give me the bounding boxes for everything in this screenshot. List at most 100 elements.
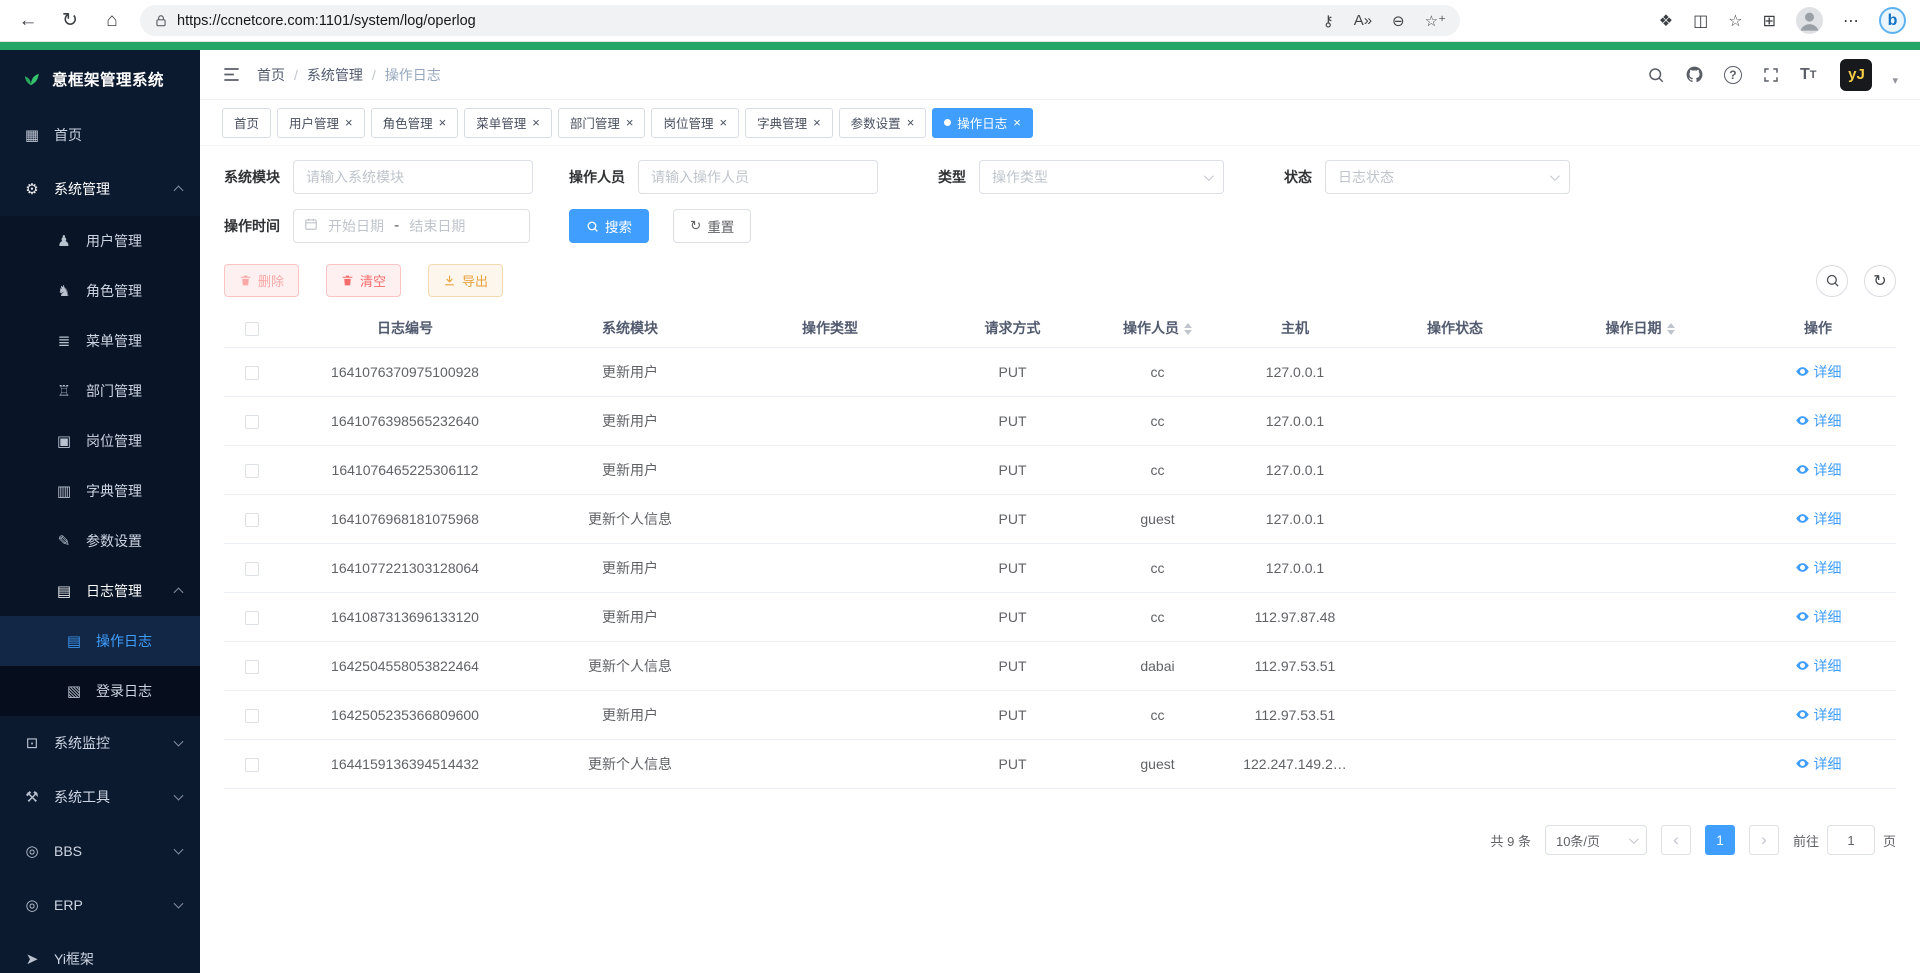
browser-home-button[interactable]: ⌂ — [94, 4, 130, 38]
tab-menu-mgmt[interactable]: 菜单管理× — [464, 108, 552, 138]
row-checkbox[interactable] — [245, 758, 259, 772]
tab-role-mgmt[interactable]: 角色管理× — [371, 108, 459, 138]
tab-dict-mgmt[interactable]: 字典管理× — [745, 108, 833, 138]
url-text[interactable]: https://ccnetcore.com:1101/system/log/op… — [177, 13, 1323, 29]
operator-filter-input[interactable] — [638, 160, 878, 194]
close-tab-icon[interactable]: × — [1013, 116, 1021, 129]
detail-link[interactable]: 详细 — [1795, 656, 1842, 676]
github-icon[interactable] — [1685, 65, 1704, 84]
read-aloud-icon[interactable]: A» — [1354, 12, 1372, 29]
date-range-picker[interactable]: 开始日期 - 结束日期 — [293, 209, 530, 243]
clear-button[interactable]: 清空 — [326, 264, 401, 297]
detail-link[interactable]: 详细 — [1795, 607, 1842, 627]
row-checkbox[interactable] — [245, 513, 259, 527]
delete-button[interactable]: 删除 — [224, 264, 299, 297]
sidebar-item-system-mgmt[interactable]: ⚙系统管理 — [0, 162, 200, 216]
detail-link[interactable]: 详细 — [1795, 362, 1842, 382]
tab-param-settings[interactable]: 参数设置× — [839, 108, 927, 138]
sidebar-item-home[interactable]: ▦首页 — [0, 108, 200, 162]
show-search-button[interactable] — [1816, 265, 1848, 297]
browser-refresh-button[interactable]: ↻ — [52, 4, 88, 38]
address-bar[interactable]: https://ccnetcore.com:1101/system/log/op… — [140, 5, 1460, 36]
close-tab-icon[interactable]: × — [719, 116, 727, 129]
detail-link[interactable]: 详细 — [1795, 509, 1842, 529]
password-key-icon[interactable]: ⚷ — [1323, 12, 1334, 30]
fullscreen-icon[interactable] — [1762, 66, 1780, 84]
page-size-select[interactable]: 10条/页 — [1545, 825, 1647, 855]
sidebar-item-erp[interactable]: ◎ERP — [0, 878, 200, 932]
status-filter-select[interactable]: 日志状态 — [1325, 160, 1570, 194]
browser-back-button[interactable]: ← — [10, 4, 46, 38]
sidebar-item-log-mgmt[interactable]: ▤日志管理 — [0, 566, 200, 616]
row-checkbox[interactable] — [245, 709, 259, 723]
row-checkbox[interactable] — [245, 366, 259, 380]
sidebar-item-menu-mgmt[interactable]: ≣菜单管理 — [0, 316, 200, 366]
module-filter-input[interactable] — [293, 160, 533, 194]
search-icon[interactable] — [1647, 66, 1665, 84]
export-button[interactable]: 导出 — [428, 264, 503, 297]
profile-avatar[interactable] — [1796, 7, 1823, 34]
breadcrumb-system[interactable]: 系统管理 — [307, 65, 363, 85]
sidebar-item-dept-mgmt[interactable]: ♖部门管理 — [0, 366, 200, 416]
goto-page-input[interactable] — [1827, 825, 1875, 855]
close-tab-icon[interactable]: × — [626, 116, 634, 129]
select-all-checkbox[interactable] — [245, 322, 259, 336]
sidebar-item-login-log[interactable]: ▧登录日志 — [0, 666, 200, 716]
sidebar-item-oper-log[interactable]: ▤操作日志 — [0, 616, 200, 666]
close-tab-icon[interactable]: × — [439, 116, 447, 129]
sort-icons[interactable] — [1667, 323, 1675, 335]
sidebar-item-role-mgmt[interactable]: ♞角色管理 — [0, 266, 200, 316]
refresh-table-button[interactable]: ↻ — [1864, 265, 1896, 297]
sidebar-item-post-mgmt[interactable]: ▣岗位管理 — [0, 416, 200, 466]
bing-icon[interactable]: b — [1879, 7, 1906, 34]
sort-icons[interactable] — [1184, 323, 1192, 335]
sidebar-item-user-mgmt[interactable]: ♟用户管理 — [0, 216, 200, 266]
zoom-out-icon[interactable]: ⊖ — [1392, 12, 1405, 30]
app-logo[interactable]: 意框架管理系统 — [0, 50, 200, 108]
browser-essentials-icon[interactable]: ❖ — [1659, 11, 1673, 31]
detail-link[interactable]: 详细 — [1795, 411, 1842, 431]
close-tab-icon[interactable]: × — [345, 116, 353, 129]
row-checkbox[interactable] — [245, 611, 259, 625]
sidebar-item-dict-mgmt[interactable]: ▥字典管理 — [0, 466, 200, 516]
col-operator[interactable]: 操作人员 — [1095, 309, 1220, 348]
split-screen-icon[interactable]: ◫ — [1693, 11, 1708, 31]
sidebar-item-bbs[interactable]: ◎BBS — [0, 824, 200, 878]
close-tab-icon[interactable]: × — [907, 116, 915, 129]
help-icon[interactable]: ? — [1724, 66, 1742, 84]
col-date[interactable]: 操作日期 — [1540, 309, 1740, 348]
add-favorite-icon[interactable]: ☆⁺ — [1425, 12, 1446, 30]
tab-oper-log[interactable]: 操作日志× — [932, 108, 1033, 138]
detail-link[interactable]: 详细 — [1795, 460, 1842, 480]
tab-user-mgmt[interactable]: 用户管理× — [277, 108, 365, 138]
tab-post-mgmt[interactable]: 岗位管理× — [651, 108, 739, 138]
row-checkbox[interactable] — [245, 415, 259, 429]
sidebar-item-yi-framework[interactable]: ➤Yi框架 — [0, 932, 200, 973]
row-checkbox[interactable] — [245, 464, 259, 478]
tab-dept-mgmt[interactable]: 部门管理× — [558, 108, 646, 138]
reset-button[interactable]: ↻ 重置 — [673, 209, 751, 243]
detail-link[interactable]: 详细 — [1795, 754, 1842, 774]
user-avatar-logo[interactable]: yJ — [1840, 59, 1872, 91]
prev-page-button[interactable]: ‹ — [1661, 825, 1691, 855]
breadcrumb-home[interactable]: 首页 — [257, 65, 285, 85]
page-number-1[interactable]: 1 — [1705, 825, 1735, 855]
type-filter-select[interactable]: 操作类型 — [979, 160, 1224, 194]
favorites-icon[interactable]: ☆ — [1728, 11, 1742, 31]
detail-link[interactable]: 详细 — [1795, 705, 1842, 725]
browser-menu-icon[interactable]: ⋯ — [1843, 11, 1859, 31]
collections-icon[interactable]: ⊞ — [1763, 11, 1776, 31]
sidebar-item-system-tools[interactable]: ⚒系统工具 — [0, 770, 200, 824]
chevron-down-icon[interactable]: ▾ — [1892, 74, 1898, 87]
search-button[interactable]: 搜索 — [569, 209, 649, 243]
detail-link[interactable]: 详细 — [1795, 558, 1842, 578]
row-checkbox[interactable] — [245, 562, 259, 576]
sidebar-item-param-settings[interactable]: ✎参数设置 — [0, 516, 200, 566]
collapse-menu-icon[interactable] — [222, 65, 241, 84]
next-page-button[interactable]: › — [1749, 825, 1779, 855]
sidebar-item-system-monitor[interactable]: ⊡系统监控 — [0, 716, 200, 770]
tab-home[interactable]: 首页 — [222, 108, 271, 138]
font-size-icon[interactable]: TT — [1800, 66, 1817, 84]
close-tab-icon[interactable]: × — [532, 116, 540, 129]
close-tab-icon[interactable]: × — [813, 116, 821, 129]
